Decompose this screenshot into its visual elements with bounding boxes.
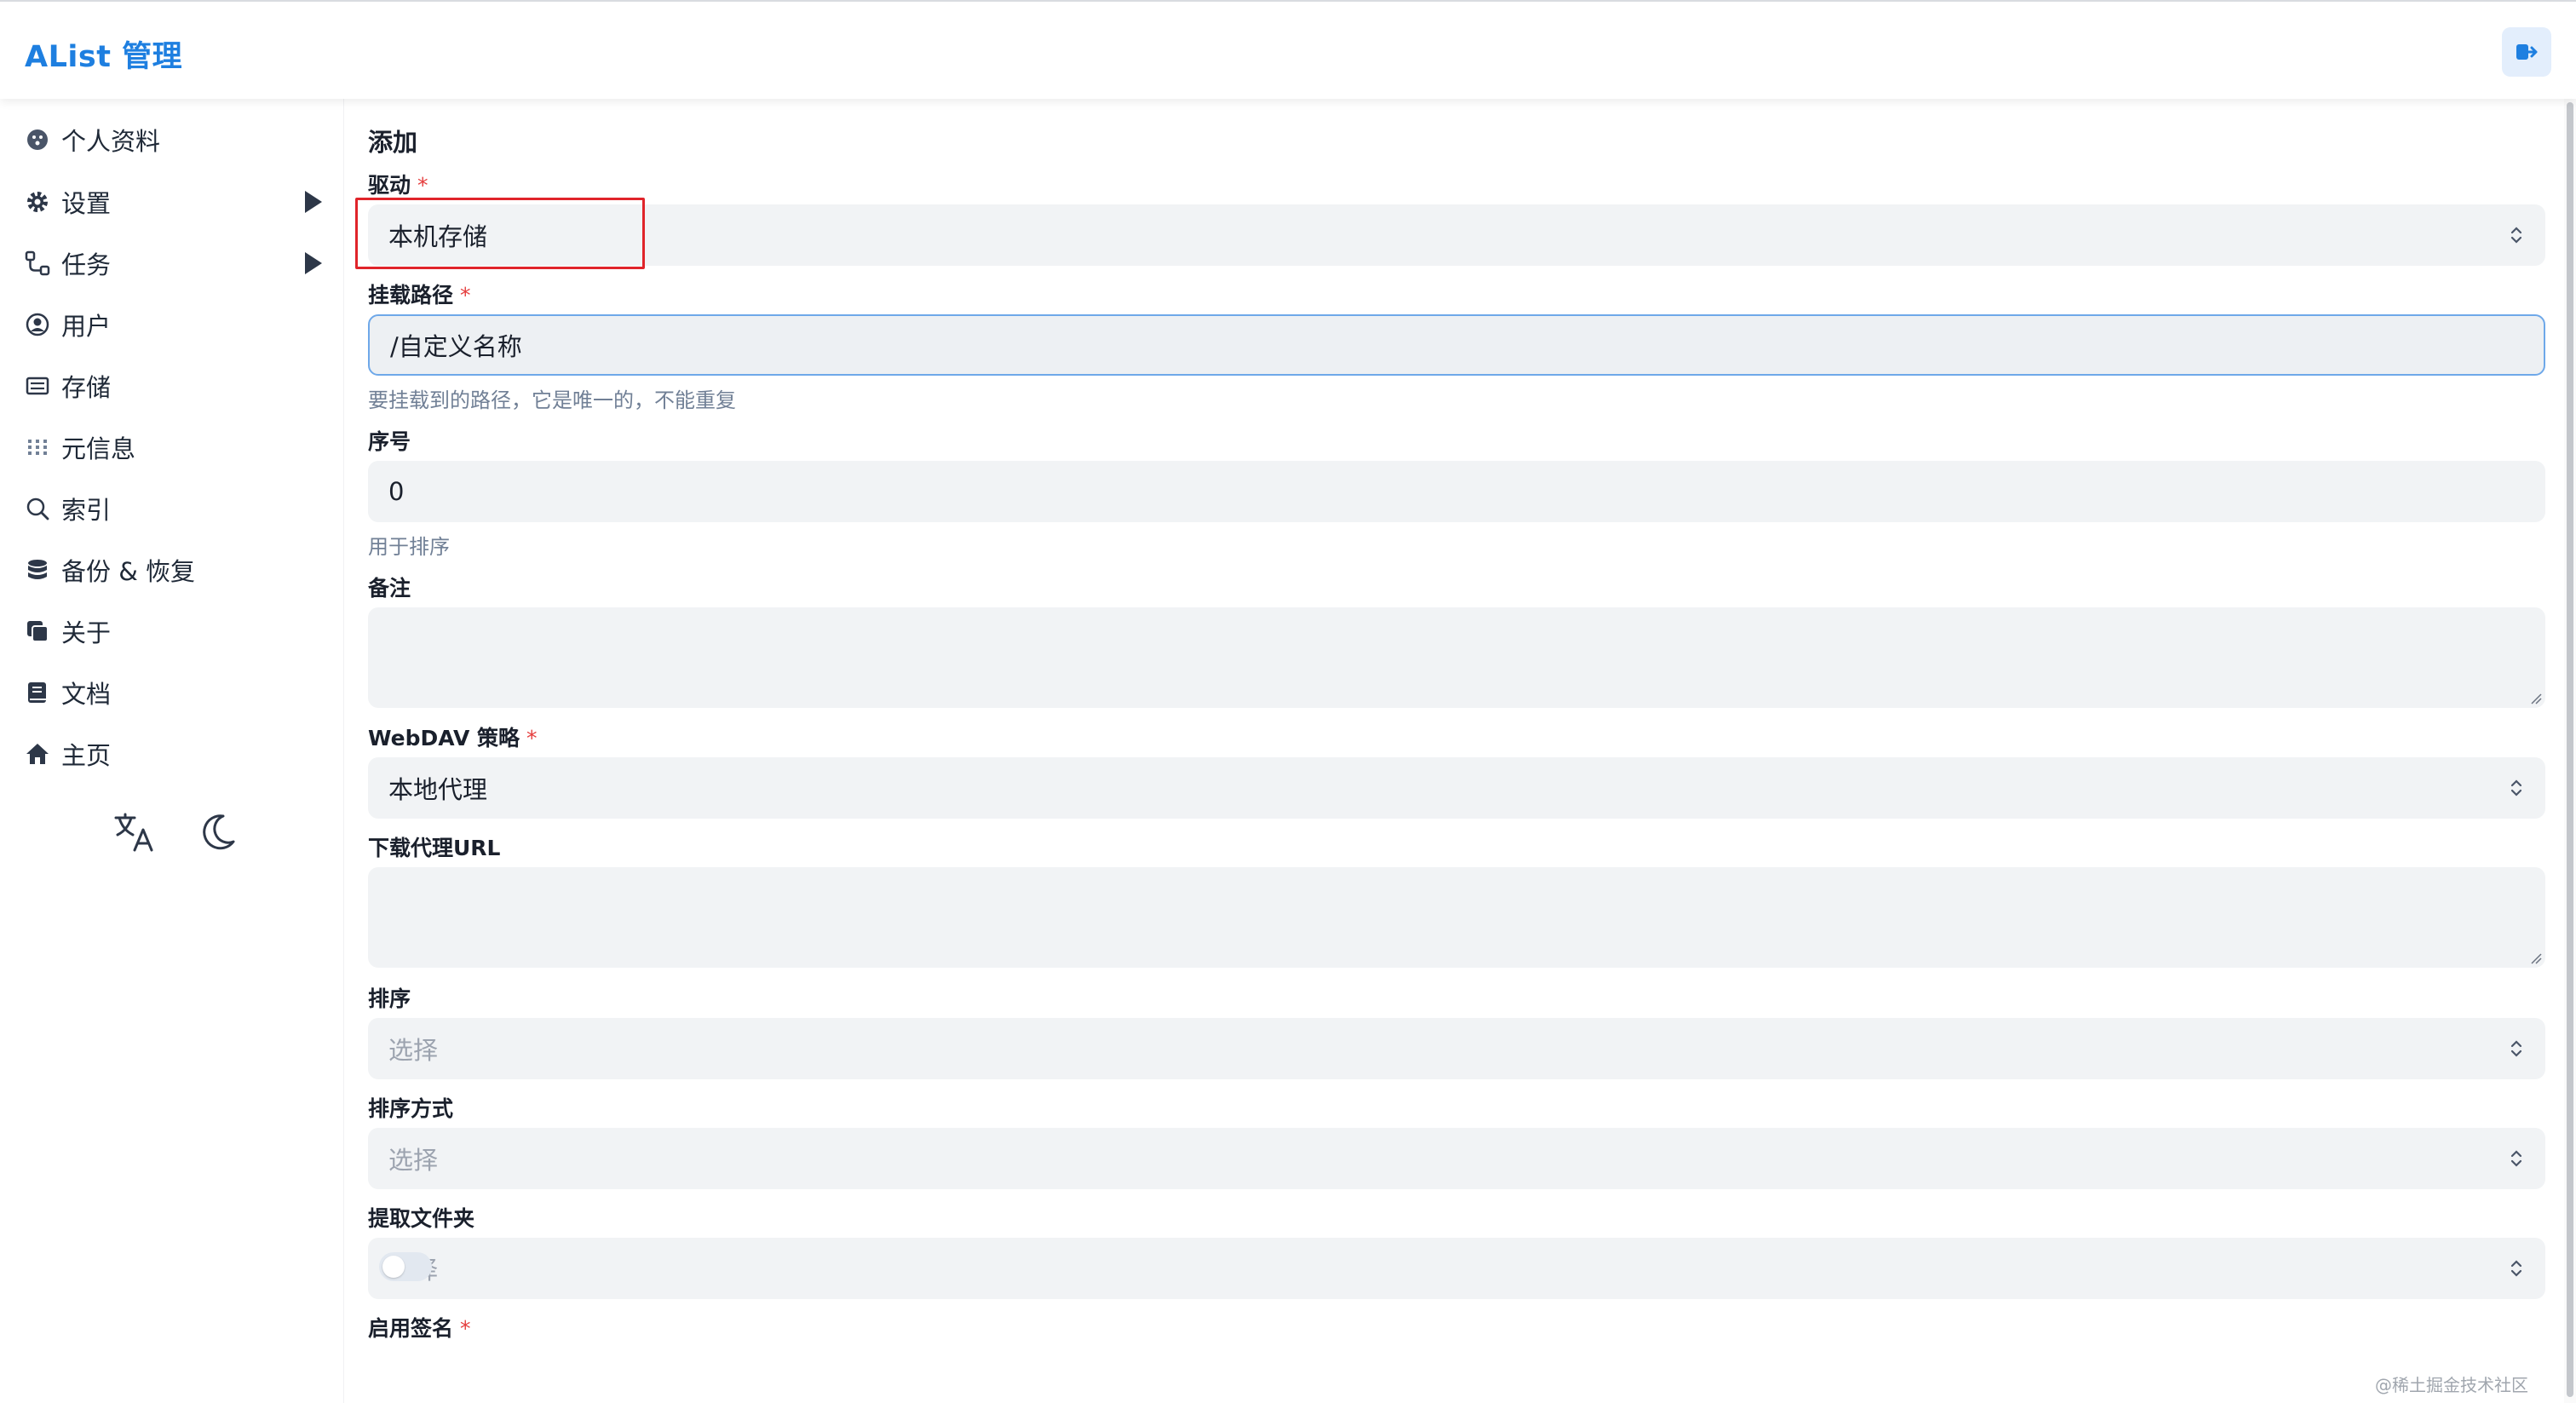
- chevron-updown-icon: [2510, 779, 2522, 796]
- sidebar-item-label: 个人资料: [61, 127, 161, 156]
- remark-textarea[interactable]: [368, 607, 2545, 708]
- sidebar-item-users[interactable]: 用户: [24, 303, 322, 346]
- sidebar-item-settings[interactable]: 设置: [24, 181, 322, 223]
- gear-icon: [24, 188, 51, 216]
- meta-icon: [24, 434, 51, 461]
- sidebar-item-about[interactable]: 关于: [24, 610, 322, 653]
- logout-icon: [2516, 44, 2538, 60]
- home-icon: [24, 740, 51, 768]
- download-proxy-url-textarea[interactable]: [368, 867, 2545, 968]
- sidebar-footer: [111, 809, 240, 859]
- sort-select[interactable]: 选择: [368, 1018, 2545, 1079]
- chevron-updown-icon: [2510, 1150, 2522, 1167]
- storage-icon: [24, 372, 51, 400]
- enable-sign-toggle[interactable]: [379, 1252, 432, 1281]
- order-label: 序号: [368, 429, 411, 454]
- about-icon: [24, 618, 51, 645]
- sort-direction-select[interactable]: 选择: [368, 1128, 2545, 1189]
- sidebar-item-label: 关于: [61, 618, 112, 647]
- annotation-highlight: [355, 198, 645, 269]
- search-icon: [24, 495, 51, 522]
- language-icon[interactable]: [111, 809, 157, 859]
- profile-icon: [24, 126, 51, 153]
- sidebar-item-index[interactable]: 索引: [24, 487, 322, 530]
- sidebar-item-label: 存储: [61, 373, 112, 402]
- webdav-policy-label: WebDAV 策略 *: [368, 726, 538, 750]
- order-input[interactable]: 0: [368, 461, 2545, 522]
- enable-sign-label: 启用签名 *: [368, 1316, 471, 1341]
- logout-button[interactable]: [2502, 27, 2551, 77]
- resize-handle-icon[interactable]: [2530, 693, 2542, 704]
- watermark: @稀土掘金技术社区: [2375, 1375, 2528, 1395]
- scrollbar[interactable]: [2564, 99, 2576, 1403]
- sidebar-item-label: 备份 & 恢复: [61, 557, 196, 586]
- sidebar-item-tasks[interactable]: 任务: [24, 242, 322, 285]
- driver-select[interactable]: 本机存储: [368, 204, 2545, 266]
- sort-label: 排序: [368, 986, 411, 1011]
- order-helper: 用于排序: [368, 535, 450, 559]
- sidebar-item-label: 用户: [61, 312, 112, 341]
- mount-path-label: 挂载路径 *: [368, 283, 471, 308]
- mount-path-helper: 要挂载到的路径，它是唯一的，不能重复: [368, 388, 736, 412]
- sidebar: 个人资料 设置 任务 用户 存储 元信息 索引 备份 & 恢复 关于 文档 主页: [0, 99, 344, 1403]
- database-icon: [24, 556, 51, 584]
- chevron-right-icon: [305, 252, 322, 274]
- sidebar-item-label: 元信息: [61, 434, 136, 463]
- sidebar-item-meta[interactable]: 元信息: [24, 426, 322, 469]
- download-proxy-url-label: 下载代理URL: [368, 836, 501, 860]
- sidebar-item-home[interactable]: 主页: [24, 733, 322, 775]
- page-title: 添加: [368, 128, 418, 157]
- order-value: 0: [388, 477, 405, 506]
- user-icon: [24, 311, 51, 338]
- tasks-icon: [24, 250, 51, 277]
- sort-placeholder: 选择: [388, 1036, 439, 1065]
- sidebar-item-label: 文档: [61, 680, 112, 709]
- chevron-updown-icon: [2510, 227, 2522, 244]
- toggle-knob: [382, 1256, 405, 1278]
- sidebar-item-storage[interactable]: 存储: [24, 365, 322, 407]
- sidebar-item-label: 任务: [61, 250, 112, 279]
- driver-label: 驱动 *: [368, 173, 428, 198]
- sort-direction-placeholder: 选择: [388, 1146, 439, 1175]
- moon-icon[interactable]: [194, 809, 240, 859]
- app-title[interactable]: AList 管理: [25, 32, 182, 76]
- sidebar-item-docs[interactable]: 文档: [24, 671, 322, 714]
- sidebar-item-label: 索引: [61, 496, 112, 525]
- book-icon: [24, 679, 51, 706]
- scrollbar-thumb[interactable]: [2567, 102, 2573, 1397]
- chevron-updown-icon: [2510, 1260, 2522, 1277]
- resize-handle-icon[interactable]: [2530, 952, 2542, 964]
- sidebar-item-label: 设置: [61, 189, 112, 218]
- sidebar-item-profile[interactable]: 个人资料: [24, 118, 322, 161]
- mount-path-input[interactable]: /自定义名称: [368, 314, 2545, 376]
- webdav-policy-select[interactable]: 本地代理: [368, 757, 2545, 819]
- sidebar-item-label: 主页: [61, 741, 112, 770]
- extract-folder-label: 提取文件夹: [368, 1206, 475, 1231]
- sort-direction-label: 排序方式: [368, 1096, 454, 1121]
- app-header: AList 管理: [0, 0, 2576, 99]
- storage-add-form: 添加 驱动 * 本机存储 挂载路径 * /自定义名称 要挂载到的路径，它是唯一的，不…: [345, 99, 2576, 1403]
- mount-path-value: /自定义名称: [390, 332, 522, 361]
- chevron-right-icon: [305, 191, 322, 213]
- extract-folder-select[interactable]: 选择: [368, 1238, 2545, 1299]
- remark-label: 备注: [368, 576, 411, 601]
- chevron-updown-icon: [2510, 1040, 2522, 1057]
- webdav-policy-value: 本地代理: [388, 775, 488, 804]
- sidebar-item-backup[interactable]: 备份 & 恢复: [24, 549, 322, 591]
